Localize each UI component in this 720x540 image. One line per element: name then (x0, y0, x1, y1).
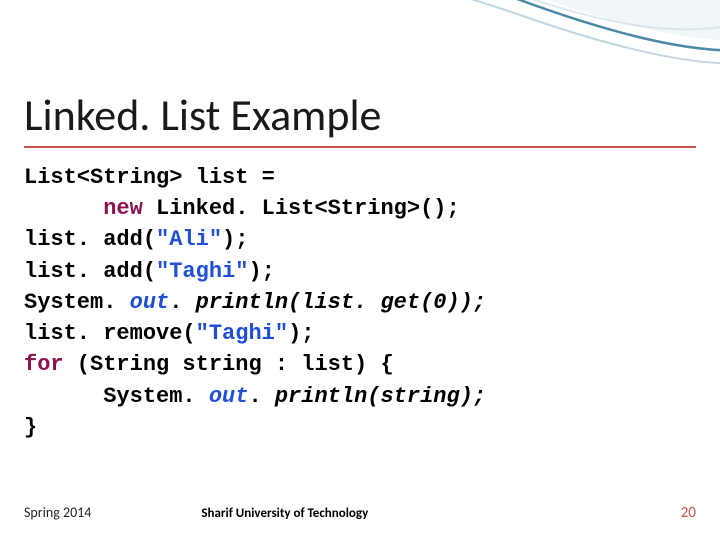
page-title: Linked. List Example (24, 88, 696, 142)
code-dot: . (169, 290, 195, 315)
string-literal: "Ali" (156, 227, 222, 252)
title-underline (24, 146, 696, 148)
code-indent (24, 196, 103, 221)
keyword-for: for (24, 352, 64, 377)
method-call: println(list. get(0)); (196, 290, 486, 315)
code-line-8a: System. (24, 384, 209, 409)
page-number: 20 (681, 504, 696, 522)
method-call: println(string); (275, 384, 486, 409)
footer-date: Spring 2014 (24, 504, 91, 521)
code-line-3a: list. add( (24, 227, 156, 252)
code-line-4b: ); (248, 259, 274, 284)
code-line-2: Linked. List<String>(); (143, 196, 460, 221)
footer-org: Sharif University of Technology (201, 506, 368, 521)
slide-footer: Spring 2014 Sharif University of Technol… (24, 504, 696, 522)
code-block: List<String> list = new Linked. List<Str… (24, 162, 696, 443)
code-line-1: List<String> list = (24, 165, 288, 190)
field-out: out (209, 384, 249, 409)
keyword-new: new (103, 196, 143, 221)
field-out: out (130, 290, 170, 315)
code-line-5a: System. (24, 290, 130, 315)
code-line-7: (String string : list) { (64, 352, 394, 377)
slide-content: Linked. List Example List<String> list =… (0, 0, 720, 443)
string-literal: "Taghi" (156, 259, 248, 284)
code-line-3b: ); (222, 227, 248, 252)
code-line-6b: ); (288, 321, 314, 346)
code-dot: . (248, 384, 274, 409)
string-literal: "Taghi" (196, 321, 288, 346)
code-line-4a: list. add( (24, 259, 156, 284)
code-line-6a: list. remove( (24, 321, 196, 346)
code-line-9: } (24, 415, 37, 440)
